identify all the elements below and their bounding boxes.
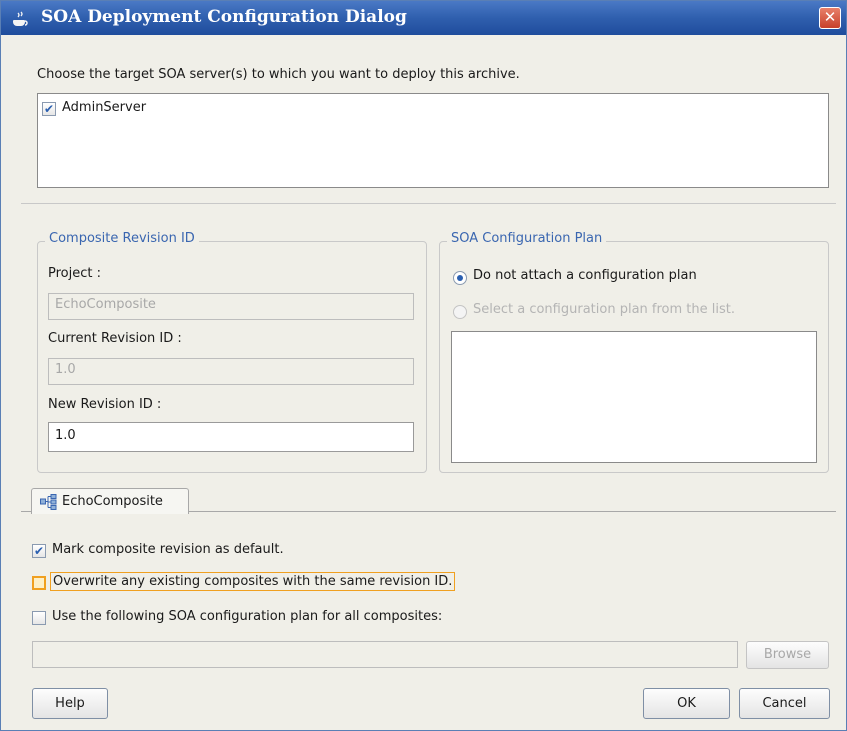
- target-server-prompt: Choose the target SOA server(s) to which…: [37, 67, 520, 82]
- server-item-label: AdminServer: [62, 100, 147, 115]
- coffee-cup-icon: [13, 11, 28, 26]
- tab-label: EchoComposite: [62, 494, 163, 509]
- close-icon: ✕: [823, 8, 837, 26]
- help-button[interactable]: Help: [32, 688, 108, 719]
- use-plan-checkbox[interactable]: [32, 611, 46, 625]
- config-plan-group-title: SOA Configuration Plan: [447, 231, 607, 246]
- browse-button[interactable]: Browse: [746, 641, 829, 669]
- project-field: EchoComposite: [48, 293, 414, 320]
- window-title: SOA Deployment Configuration Dialog: [41, 7, 407, 27]
- composite-icon: [40, 494, 57, 510]
- title-bar[interactable]: SOA Deployment Configuration Dialog ✕: [1, 1, 846, 35]
- new-revision-label: New Revision ID :: [48, 397, 162, 412]
- config-plan-list[interactable]: [451, 331, 817, 463]
- adminserver-checkbox[interactable]: ✔: [42, 102, 56, 116]
- mark-default-checkbox[interactable]: ✔: [32, 544, 46, 558]
- select-plan-radio[interactable]: [453, 305, 467, 319]
- tab-echocomposite[interactable]: EchoComposite: [31, 488, 189, 514]
- new-revision-input[interactable]: 1.0: [48, 422, 414, 452]
- use-plan-label: Use the following SOA configuration plan…: [52, 609, 443, 624]
- close-button[interactable]: ✕: [819, 7, 841, 29]
- select-plan-label: Select a configuration plan from the lis…: [473, 302, 735, 317]
- section-divider: [21, 203, 836, 204]
- overwrite-label: Overwrite any existing composites with t…: [50, 572, 456, 591]
- dialog-window: SOA Deployment Configuration Dialog ✕ Ch…: [0, 0, 847, 731]
- no-plan-label: Do not attach a configuration plan: [473, 268, 697, 283]
- server-list[interactable]: ✔ AdminServer: [37, 93, 829, 188]
- no-plan-radio[interactable]: [453, 271, 467, 285]
- ok-button[interactable]: OK: [643, 688, 730, 719]
- project-label: Project :: [48, 266, 101, 281]
- mark-default-label: Mark composite revision as default.: [52, 542, 284, 557]
- plan-path-field: [32, 641, 738, 668]
- current-revision-label: Current Revision ID :: [48, 331, 182, 346]
- current-revision-field: 1.0: [48, 358, 414, 385]
- overwrite-checkbox[interactable]: [32, 576, 46, 590]
- revision-group-title: Composite Revision ID: [45, 231, 199, 246]
- cancel-button[interactable]: Cancel: [739, 688, 830, 719]
